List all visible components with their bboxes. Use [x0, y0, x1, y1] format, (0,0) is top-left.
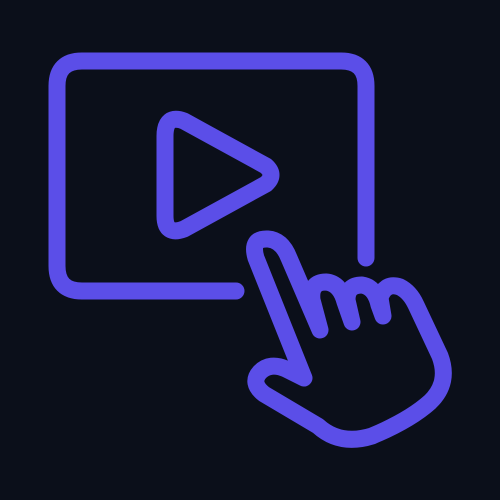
- pointing-hand-icon: [246, 230, 452, 448]
- video-play-click-icon: [48, 52, 452, 448]
- video-screen-icon: [48, 52, 375, 300]
- video-click-illustration: [0, 0, 500, 500]
- play-button-icon: [156, 110, 280, 240]
